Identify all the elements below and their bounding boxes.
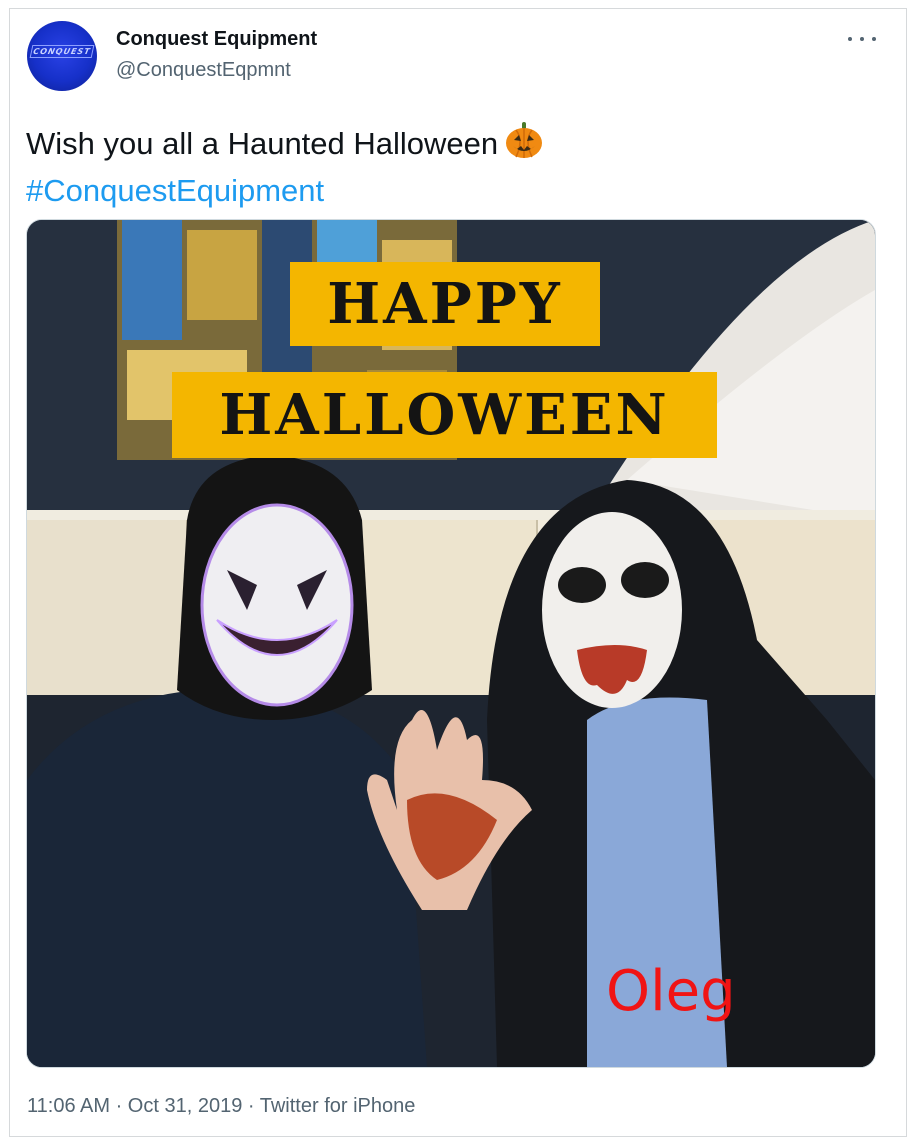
halloween-photo <box>27 220 875 1067</box>
conquest-logo: CONQUEST <box>29 45 95 58</box>
tweet-text: Wish you all a Haunted Halloween #Conque… <box>26 120 544 211</box>
avatar[interactable]: CONQUEST <box>27 21 97 91</box>
banner-halloween: HALLOWEEN <box>172 372 717 458</box>
tweet-text-body: Wish you all a Haunted Halloween <box>26 126 499 161</box>
tweet-media[interactable]: HAPPY HALLOWEEN Oleg <box>26 219 876 1068</box>
tweet-source[interactable]: Twitter for iPhone <box>260 1095 416 1117</box>
author-handle[interactable]: @ConquestEqpmnt <box>116 59 291 82</box>
banner-happy: HAPPY <box>290 262 600 346</box>
avatar-logo-text: CONQUEST <box>32 47 92 56</box>
hashtag-link[interactable]: #ConquestEquipment <box>26 173 324 208</box>
tweet-meta: 11:06 AM · Oct 31, 2019 · Twitter for iP… <box>27 1095 415 1118</box>
more-options-icon[interactable] <box>848 30 876 48</box>
photo-caption: Oleg <box>606 959 736 1024</box>
jack-o-lantern-icon <box>504 120 544 170</box>
author-name[interactable]: Conquest Equipment <box>116 28 317 51</box>
timestamp[interactable]: 11:06 AM · Oct 31, 2019 · <box>27 1095 260 1117</box>
